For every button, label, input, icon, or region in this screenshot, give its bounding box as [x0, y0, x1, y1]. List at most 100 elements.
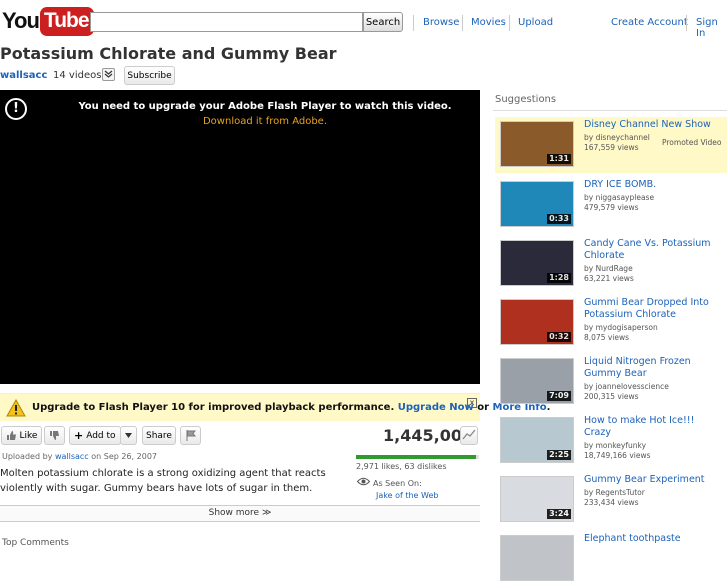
suggestion-channel: by joannelovesscience — [584, 382, 669, 391]
nav-movies[interactable]: Movies — [471, 17, 506, 28]
suggestion-item[interactable]: 0:32 Gummi Bear Dropped Into Potassium Ch… — [495, 295, 727, 351]
top-comments-heading: Top Comments — [2, 538, 69, 548]
share-button[interactable]: Share — [142, 426, 176, 445]
like-button[interactable]: Like — [1, 426, 42, 445]
suggestion-thumbnail[interactable]: 0:33 — [500, 181, 574, 227]
flag-button[interactable] — [180, 426, 201, 445]
suggestion-thumbnail[interactable]: 1:31 — [500, 121, 574, 167]
suggestion-duration: 2:25 — [547, 450, 571, 460]
suggestion-item[interactable]: 0:33 DRY ICE BOMB. by niggasayplease 479,57… — [495, 177, 727, 233]
search-button[interactable]: Search — [363, 12, 403, 32]
likes-dislikes: 2,971 likes, 63 dislikes — [356, 462, 447, 471]
suggestion-channel: by RegentsTutor — [584, 488, 645, 497]
suggestion-item[interactable]: 7:09 Liquid Nitrogen Frozen Gummy Bear by … — [495, 354, 727, 410]
suggestion-thumbnail[interactable]: 7:09 — [500, 358, 574, 404]
flash-download-link[interactable]: Download it from Adobe. — [0, 116, 480, 127]
sign-in-link[interactable]: Sign In — [696, 17, 727, 39]
nav-divider — [462, 15, 463, 31]
suggestion-views: 233,434 views — [584, 498, 639, 507]
suggestion-title[interactable]: Elephant toothpaste — [584, 533, 724, 545]
create-account-link[interactable]: Create Account — [611, 17, 688, 28]
suggestion-title[interactable]: Gummi Bear Dropped Into Potassium Chlora… — [584, 297, 724, 321]
video-player[interactable]: ! You need to upgrade your Adobe Flash P… — [0, 90, 480, 384]
suggestion-item[interactable]: 1:31 Disney Channel New Show by disneychan… — [495, 117, 727, 173]
nav-divider — [509, 15, 510, 31]
video-title: Potassium Chlorate and Gummy Bear — [0, 44, 337, 63]
nav-divider — [413, 15, 414, 31]
suggestion-thumbnail[interactable]: 0:32 — [500, 299, 574, 345]
add-to-button[interactable]: + Add to — [69, 426, 121, 445]
rating-bar — [356, 455, 479, 459]
suggestion-views: 8,075 views — [584, 333, 630, 342]
dislike-button[interactable] — [44, 426, 65, 445]
suggestion-views: 167,559 views — [584, 143, 639, 152]
upgrade-or: or — [477, 402, 490, 413]
nav-upload[interactable]: Upload — [518, 17, 553, 28]
suggestion-duration: 0:32 — [547, 332, 571, 342]
flash-required-message: You need to upgrade your Adobe Flash Pla… — [78, 101, 452, 112]
nav-divider — [686, 15, 687, 31]
flash-upgrade-bar: Upgrade to Flash Player 10 for improved … — [0, 393, 550, 421]
upgrade-now-link[interactable]: Upgrade Now — [398, 402, 474, 413]
add-to-dropdown[interactable] — [120, 426, 137, 445]
warning-icon — [6, 399, 26, 417]
search-input[interactable] — [90, 12, 363, 32]
upgrade-text: Upgrade to Flash Player 10 for improved … — [32, 402, 395, 413]
suggestion-duration: 3:24 — [547, 509, 571, 519]
suggestion-views: 479,579 views — [584, 203, 639, 212]
suggestion-title[interactable]: DRY ICE BOMB. — [584, 179, 724, 191]
show-more-button[interactable]: Show more ≫ — [0, 505, 480, 522]
suggestion-duration: 1:31 — [547, 154, 571, 164]
flag-icon — [186, 430, 196, 441]
thumbs-down-icon — [50, 431, 59, 440]
suggestion-views: 18,749,166 views — [584, 451, 651, 460]
suggestion-title[interactable]: Disney Channel New Show — [584, 119, 724, 131]
suggestion-title[interactable]: Candy Cane Vs. Potassium Chlorate — [584, 238, 724, 262]
suggestion-thumbnail[interactable]: 1:28 — [500, 240, 574, 286]
eye-icon — [357, 477, 370, 486]
chevron-down-icon[interactable] — [102, 68, 115, 81]
upload-info: Uploaded by wallsacc on Sep 26, 2007 — [2, 452, 157, 461]
suggestion-item[interactable]: 1:28 Candy Cane Vs. Potassium Chlorate by … — [495, 236, 727, 292]
channel-link[interactable]: wallsacc — [0, 70, 47, 81]
stats-button[interactable] — [460, 426, 478, 445]
suggestion-channel: by NurdRage — [584, 264, 633, 273]
suggestion-thumbnail[interactable] — [500, 535, 574, 581]
as-seen-on-link[interactable]: Jake of the Web — [376, 491, 438, 500]
suggestion-channel: by niggasayplease — [584, 193, 655, 202]
nav-browse[interactable]: Browse — [423, 17, 459, 28]
suggestions-divider — [493, 110, 727, 111]
subscribe-button[interactable]: Subscribe — [124, 66, 175, 85]
suggestion-thumbnail[interactable]: 2:25 — [500, 417, 574, 463]
suggestion-duration: 1:28 — [547, 273, 571, 283]
suggestion-channel: by disneychannel — [584, 133, 650, 142]
suggestion-thumbnail[interactable]: 3:24 — [500, 476, 574, 522]
promoted-label: Promoted Video — [662, 138, 722, 147]
rating-bar-fill — [356, 455, 477, 459]
suggestions-heading: Suggestions — [495, 94, 557, 105]
suggestion-views: 63,221 views — [584, 274, 634, 283]
suggestion-title[interactable]: Liquid Nitrogen Frozen Gummy Bear — [584, 356, 724, 380]
logo-you: You — [2, 8, 40, 33]
suggestion-title[interactable]: Gummy Bear Experiment — [584, 474, 724, 486]
chevron-down-icon-glyph — [104, 70, 113, 78]
uploader-link[interactable]: wallsacc — [55, 452, 89, 461]
as-seen-on-label: As Seen On: — [373, 479, 422, 488]
suggestion-channel: by mydogisaperson — [584, 323, 658, 332]
suggestion-item[interactable]: 2:25 How to make Hot Ice!!! Crazy by monke… — [495, 413, 727, 469]
chart-icon — [462, 429, 476, 440]
video-description: Molten potassium chlorate is a strong ox… — [0, 468, 326, 494]
channel-video-count: 14 videos — [53, 70, 102, 81]
close-icon[interactable]: x — [467, 398, 477, 408]
youtube-logo[interactable]: You Tube — [2, 6, 94, 36]
uploaded-prefix: Uploaded by — [2, 452, 53, 461]
suggestion-views: 200,315 views — [584, 392, 639, 401]
upload-date: on Sep 26, 2007 — [91, 452, 158, 461]
suggestion-duration: 0:33 — [547, 214, 571, 224]
suggestion-item[interactable]: Elephant toothpaste — [495, 531, 727, 587]
like-label: Like — [19, 430, 38, 441]
add-to-label: Add to — [86, 430, 116, 441]
suggestion-title[interactable]: How to make Hot Ice!!! Crazy — [584, 415, 724, 439]
logo-tube: Tube — [39, 6, 94, 36]
suggestion-item[interactable]: 3:24 Gummy Bear Experiment by RegentsTutor… — [495, 472, 727, 528]
